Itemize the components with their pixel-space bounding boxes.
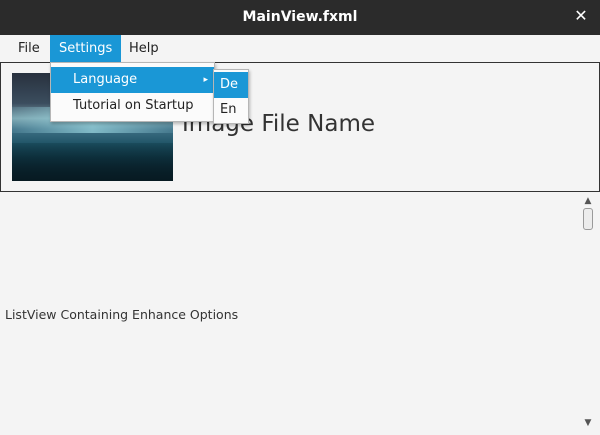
app-window: MainView.fxml ✕ File Settings Help Image… bbox=[0, 0, 600, 435]
list-placeholder: ListView Containing Enhance Options bbox=[5, 307, 239, 322]
window-title: MainView.fxml bbox=[242, 9, 358, 25]
menu-settings[interactable]: Settings bbox=[50, 35, 122, 62]
scroll-thumb[interactable] bbox=[583, 208, 593, 230]
scroll-down-icon[interactable]: ▼ bbox=[581, 417, 595, 429]
thumbnail-shore bbox=[12, 143, 173, 181]
menu-item-language-label: Language bbox=[73, 72, 138, 87]
scroll-up-icon[interactable]: ▲ bbox=[581, 195, 595, 207]
enhance-options-list[interactable]: ListView Containing Enhance Options bbox=[0, 195, 581, 435]
language-submenu: De En bbox=[213, 69, 249, 124]
menu-bar: File Settings Help bbox=[0, 35, 600, 62]
title-bar: MainView.fxml ✕ bbox=[0, 0, 600, 35]
menu-file[interactable]: File bbox=[9, 35, 49, 62]
language-option-en[interactable]: En bbox=[214, 97, 248, 123]
submenu-arrow-icon: ▸ bbox=[203, 75, 208, 85]
language-option-de[interactable]: De bbox=[214, 72, 248, 98]
settings-dropdown: Language ▸ Tutorial on Startup bbox=[50, 62, 215, 122]
close-icon[interactable]: ✕ bbox=[572, 7, 590, 25]
menu-item-language[interactable]: Language ▸ bbox=[51, 67, 214, 93]
vertical-scrollbar[interactable]: ▲ ▼ bbox=[581, 195, 595, 435]
menu-item-tutorial-on-startup[interactable]: Tutorial on Startup bbox=[51, 93, 214, 119]
menu-help[interactable]: Help bbox=[120, 35, 168, 62]
